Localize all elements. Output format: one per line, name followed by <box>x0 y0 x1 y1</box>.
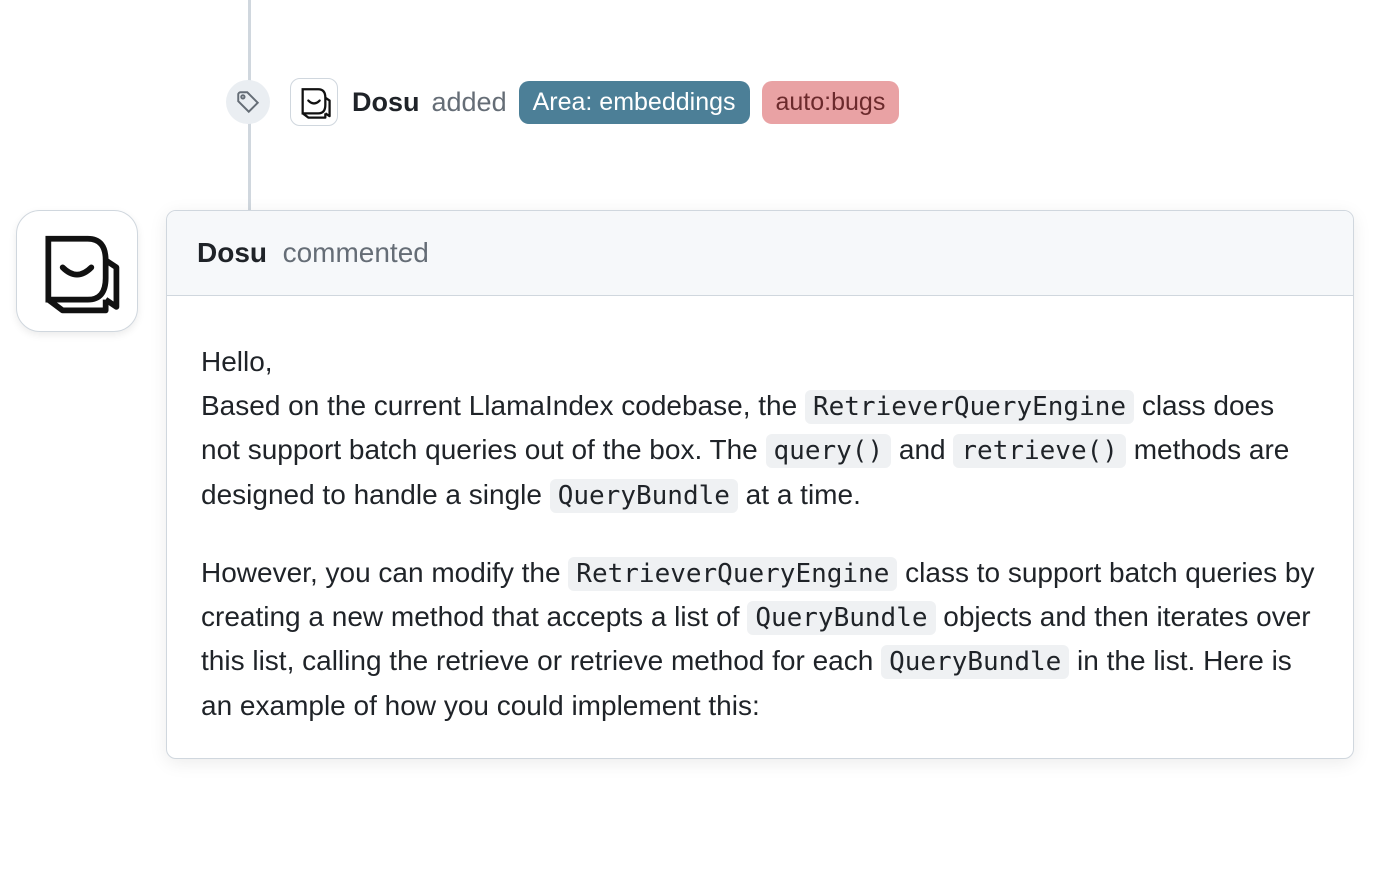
actor-avatar-large[interactable] <box>16 210 138 332</box>
comment-actor[interactable]: Dosu <box>197 237 267 268</box>
code-querybundle-2: QueryBundle <box>747 601 935 635</box>
comment-header: Dosu commented <box>167 211 1353 296</box>
code-retrieve: retrieve() <box>953 434 1126 468</box>
code-querybundle-3: QueryBundle <box>881 645 1069 679</box>
event-text: Dosu added Area: embeddings auto:bugs <box>352 81 899 124</box>
label-auto-bugs[interactable]: auto:bugs <box>762 81 900 124</box>
actor-avatar-small[interactable] <box>290 78 338 126</box>
event-actor[interactable]: Dosu <box>352 87 420 118</box>
code-querybundle: QueryBundle <box>550 479 738 513</box>
code-retriever-query-engine: RetrieverQueryEngine <box>805 390 1134 424</box>
comment-box: Dosu commented Hello, Based on the curre… <box>166 210 1354 759</box>
tag-icon <box>226 80 270 124</box>
comment-body: Hello, Based on the current LlamaIndex c… <box>167 296 1353 758</box>
comment-arrow <box>166 251 167 277</box>
comment: Dosu commented Hello, Based on the curre… <box>16 210 1354 759</box>
comment-paragraph-2: However, you can modify the RetrieverQue… <box>201 551 1319 728</box>
event-action: added <box>432 87 507 118</box>
label-area-embeddings[interactable]: Area: embeddings <box>519 81 750 124</box>
code-query: query() <box>766 434 892 468</box>
comment-action: commented <box>283 237 429 268</box>
code-retriever-query-engine-2: RetrieverQueryEngine <box>568 557 897 591</box>
label-event: Dosu added Area: embeddings auto:bugs <box>226 78 899 126</box>
comment-paragraph-1: Hello, Based on the current LlamaIndex c… <box>201 340 1319 517</box>
